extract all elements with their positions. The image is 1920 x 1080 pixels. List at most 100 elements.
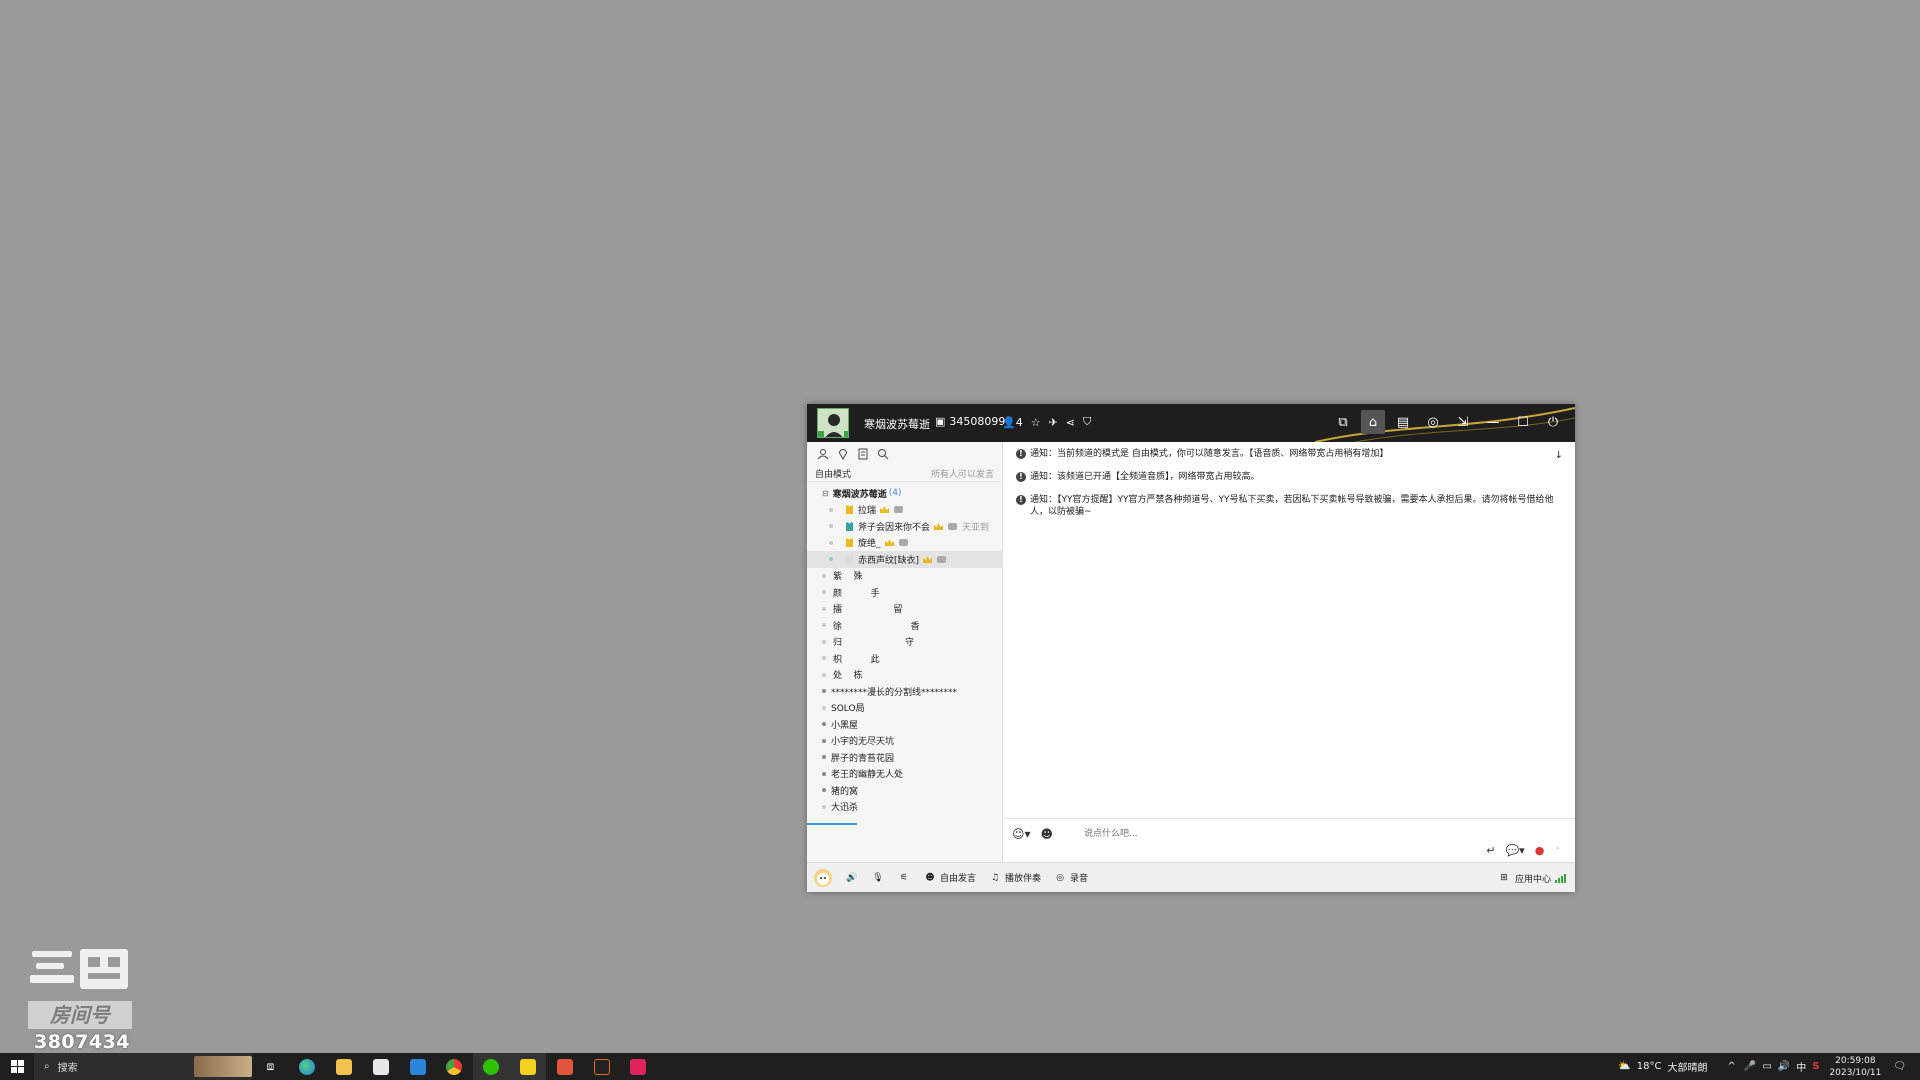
power-icon[interactable]: ⏻ <box>1541 410 1565 434</box>
online-count[interactable]: 👤4 <box>1002 416 1023 429</box>
app-red-icon[interactable] <box>546 1053 583 1080</box>
edge-icon[interactable] <box>289 1053 326 1080</box>
favorite-icon[interactable]: ☆ <box>1031 416 1041 429</box>
sogou-icon[interactable]: S <box>1812 1061 1819 1072</box>
app-g-icon[interactable] <box>583 1053 620 1080</box>
bottom-toolbar: 🔊 🎙 ⚟ ☻ 自由发言 ♫ 播放伴奏 ◎ 录音 ⊞ 应用中心 <box>807 862 1575 892</box>
channel-id: ▣ 34508099 <box>935 415 1006 428</box>
file-explorer-icon[interactable] <box>326 1053 363 1080</box>
app-center-button[interactable]: 应用中心 <box>1515 872 1551 885</box>
chrome-icon[interactable] <box>436 1053 473 1080</box>
channel-item[interactable]: 小宇的无尽天坑 <box>807 733 1002 750</box>
user-icon[interactable] <box>815 446 831 462</box>
search-icon[interactable] <box>875 446 891 462</box>
user-row[interactable]: 斧子会因来你不会 天亚到 <box>807 518 1002 535</box>
mail-icon[interactable] <box>399 1053 436 1080</box>
sub-channel[interactable]: 枳 此 <box>807 650 1002 667</box>
airplane-icon[interactable]: ✈ <box>1049 416 1058 429</box>
home-icon[interactable]: ⌂ <box>1361 410 1385 434</box>
store-icon[interactable] <box>362 1053 399 1080</box>
mic-badge-icon <box>948 522 958 530</box>
notice-message: ! 通知：当前频道的模式是 自由模式，你可以随意发言。【语音质、网络带宽占用稍有… <box>1004 448 1575 460</box>
notification-icon[interactable]: 🗨 <box>1893 1061 1906 1072</box>
color-icon[interactable]: ● <box>1535 844 1545 857</box>
board-icon[interactable]: ▤ <box>1391 410 1415 434</box>
root-channel[interactable]: ⊟ 寒烟波苏莓逝 (4) <box>807 485 1002 502</box>
task-view-icon[interactable]: ⧈ <box>252 1053 289 1080</box>
chat-input[interactable] <box>1084 825 1464 843</box>
user-row[interactable]: 旋绝_ <box>807 535 1002 552</box>
free-speech-button[interactable]: ☻ 自由发言 <box>923 871 976 885</box>
smile-icon: ☻ <box>925 872 935 883</box>
volume-icon[interactable]: 🔊 <box>1778 1061 1790 1072</box>
douyu-watermark: 房间号 3807434 <box>28 943 136 1053</box>
sub-channel[interactable]: 归 守 <box>807 634 1002 651</box>
record-button[interactable]: ◎ 录音 <box>1053 871 1088 885</box>
resize-icon[interactable]: ⌃ <box>1554 846 1561 855</box>
microphone-icon[interactable]: 🎙 <box>871 871 885 885</box>
mode-label[interactable]: 自由模式 <box>815 467 851 480</box>
channel-item[interactable]: ********漫长的分割线******** <box>807 683 1002 700</box>
user-row[interactable]: 拉瑞 <box>807 502 1002 519</box>
channel-tree: ⊟ 寒烟波苏莓逝 (4) 拉瑞 斧子会因来你不会 天亚到 旋绝_ 赤西声纹[缺衣… <box>807 482 1002 815</box>
channel-list-panel: 自由模式 所有人可以发言 ⊟ 寒烟波苏莓逝 (4) 拉瑞 斧子会因来你不会 天亚… <box>807 442 1003 862</box>
weather-desc[interactable]: 大部晴朗 <box>1667 1059 1707 1074</box>
location-icon[interactable] <box>835 446 851 462</box>
share-icon[interactable]: ⋖ <box>1066 416 1075 429</box>
sub-channel[interactable]: 徐 香 <box>807 617 1002 634</box>
notes-icon[interactable] <box>855 446 871 462</box>
chevron-up-icon[interactable]: ^ <box>1727 1061 1735 1072</box>
user-row-selected[interactable]: 赤西声纹[缺衣] <box>807 551 1002 568</box>
yy-icon[interactable] <box>509 1053 547 1080</box>
app-grid-icon[interactable]: ⊞ <box>1497 871 1511 885</box>
send-icon[interactable]: ↵ <box>1486 844 1495 857</box>
crown-badge-icon <box>884 539 894 547</box>
emoji-gamepad-icon[interactable]: ☺▾ <box>1012 827 1031 841</box>
channel-item[interactable]: 大迅杀 <box>807 799 1002 816</box>
speaker-icon[interactable]: 🔊 <box>845 871 859 885</box>
wechat-icon[interactable] <box>472 1053 510 1080</box>
sub-channel[interactable]: 擂 留 <box>807 601 1002 618</box>
chat-bubble-icon[interactable]: 💬▾ <box>1505 844 1524 857</box>
minimize-icon[interactable]: — <box>1481 410 1505 434</box>
app-pink-icon[interactable] <box>620 1053 657 1080</box>
weather-temp[interactable]: 18°C <box>1637 1061 1662 1072</box>
clock[interactable]: 20:59:08 2023/10/11 <box>1829 1055 1881 1079</box>
expand-icon[interactable]: ⊟ <box>822 489 829 498</box>
channel-item[interactable]: SOLO局 <box>807 700 1002 717</box>
channel-item[interactable]: 猪的窝 <box>807 782 1002 799</box>
channel-item[interactable]: 小黑屋 <box>807 716 1002 733</box>
emoji-search-icon[interactable]: ☻ <box>1041 827 1054 841</box>
collapse-icon[interactable]: ⇲ <box>1451 410 1475 434</box>
title-bar[interactable]: 寒烟波苏莓逝 ▣ 34508099 👤4 ☆ ✈ ⋖ ⛉ ⧉ ⌂ ▤ ◎ ⇲ —… <box>807 404 1575 442</box>
sub-channel[interactable]: 处 栋 <box>807 667 1002 684</box>
search-highlight-image <box>194 1056 252 1077</box>
start-button[interactable] <box>0 1053 34 1080</box>
maximize-icon[interactable]: ☐ <box>1511 410 1535 434</box>
mic-tray-icon[interactable]: 🎤 <box>1744 1061 1756 1072</box>
sub-channel[interactable]: 紫 殊 <box>807 568 1002 585</box>
room-label: 房间号 <box>28 1001 132 1029</box>
channel-item[interactable]: 胖子的青苔花园 <box>807 749 1002 766</box>
sub-channel[interactable]: 颜 手 <box>807 584 1002 601</box>
mixer-icon[interactable]: ⚟ <box>897 871 911 885</box>
video-icon[interactable]: ⧉ <box>1331 410 1355 434</box>
ime-indicator[interactable]: 中 <box>1796 1059 1806 1074</box>
shield-icon[interactable]: ⛉ <box>1083 415 1091 429</box>
yy-window: 寒烟波苏莓逝 ▣ 34508099 👤4 ☆ ✈ ⋖ ⛉ ⧉ ⌂ ▤ ◎ ⇲ —… <box>807 404 1575 892</box>
self-avatar[interactable] <box>813 868 833 888</box>
scroll-down-icon[interactable]: ↓ <box>1555 450 1563 461</box>
network-icon[interactable]: ▭ <box>1762 1061 1771 1072</box>
info-icon: ! <box>1016 495 1026 505</box>
crown-badge-icon <box>923 555 933 563</box>
weather-icon[interactable]: ⛅ <box>1618 1061 1630 1072</box>
notice-message: ! 通知：【YY官方提醒】YY官方严禁各种频道号、YY号私下买卖，若因私下买卖帐… <box>1004 494 1575 518</box>
play-accompaniment-button[interactable]: ♫ 播放伴奏 <box>988 871 1041 885</box>
chat-area: ↓ ! 通知：当前频道的模式是 自由模式，你可以随意发言。【语音质、网络带宽占用… <box>1004 442 1575 818</box>
channel-avatar[interactable] <box>817 408 849 438</box>
crown-badge-icon <box>934 522 944 530</box>
gamepad-icon[interactable]: ◎ <box>1421 410 1445 434</box>
channel-name: 寒烟波苏莓逝 <box>864 418 930 431</box>
taskbar-search[interactable]: ⌕ 搜索 <box>34 1053 252 1080</box>
channel-item[interactable]: 老王的幽静无人处 <box>807 766 1002 783</box>
